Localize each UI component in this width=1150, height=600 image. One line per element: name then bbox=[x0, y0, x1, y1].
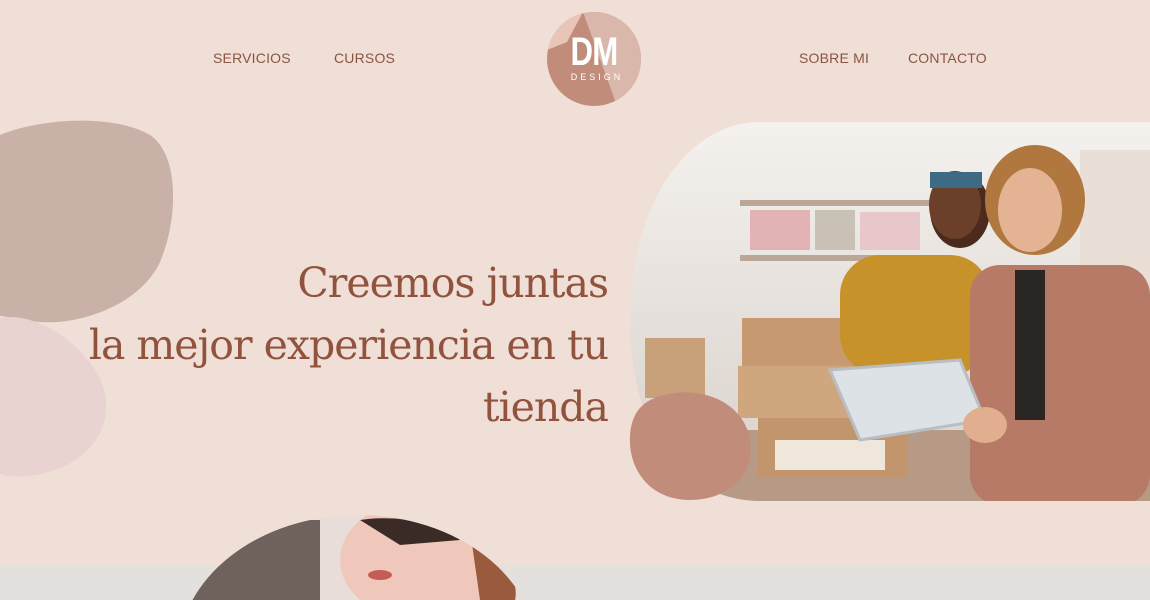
hero-photo bbox=[178, 122, 1150, 600]
bottom-photo bbox=[178, 515, 538, 600]
